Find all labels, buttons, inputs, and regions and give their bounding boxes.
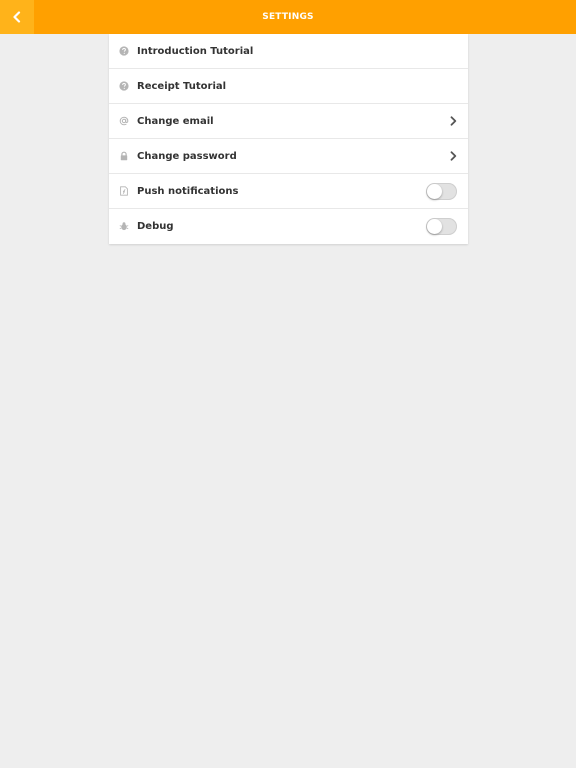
settings-item-debug[interactable]: Debug <box>109 209 468 244</box>
settings-item-receipt-tutorial[interactable]: Receipt Tutorial <box>109 69 468 104</box>
debug-toggle[interactable] <box>426 218 457 235</box>
settings-item-label: Receipt Tutorial <box>137 81 227 92</box>
help-circle-icon <box>119 46 129 56</box>
settings-item-push-notifications[interactable]: Push notifications <box>109 174 468 209</box>
settings-list: Introduction Tutorial Receipt Tutorial C… <box>109 34 468 244</box>
help-circle-icon <box>119 81 129 91</box>
chevron-right-icon <box>450 116 457 126</box>
header-bar: SETTINGS <box>0 0 576 34</box>
settings-item-introduction-tutorial[interactable]: Introduction Tutorial <box>109 34 468 69</box>
at-sign-icon <box>119 116 129 126</box>
settings-item-label: Push notifications <box>137 186 239 197</box>
settings-item-change-email[interactable]: Change email <box>109 104 468 139</box>
settings-item-label: Change password <box>137 151 237 162</box>
notification-icon <box>119 186 129 196</box>
settings-item-label: Debug <box>137 221 174 232</box>
bug-icon <box>119 221 129 231</box>
settings-item-label: Introduction Tutorial <box>137 46 254 57</box>
push-notifications-toggle[interactable] <box>426 183 457 200</box>
chevron-right-icon <box>450 151 457 161</box>
settings-item-label: Change email <box>137 116 214 127</box>
toggle-knob <box>427 219 442 234</box>
settings-item-change-password[interactable]: Change password <box>109 139 468 174</box>
lock-icon <box>119 151 129 161</box>
toggle-knob <box>427 184 442 199</box>
page-title: SETTINGS <box>262 12 314 22</box>
